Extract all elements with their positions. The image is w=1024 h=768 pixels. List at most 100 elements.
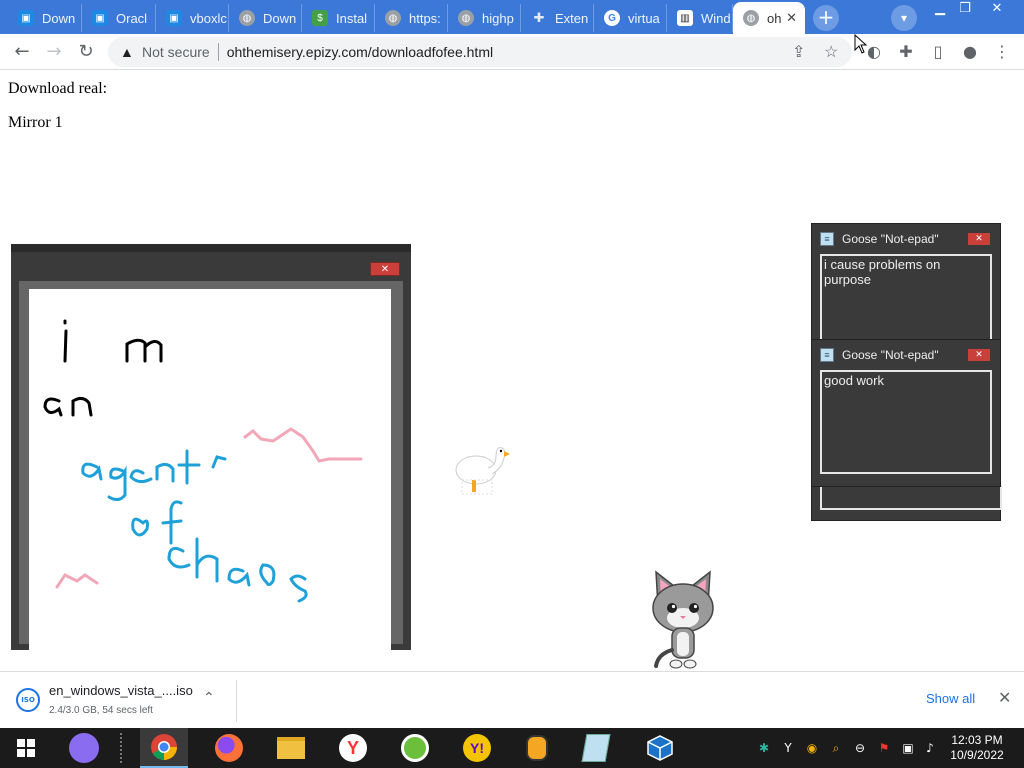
download-filename[interactable]: en_windows_vista_....iso (49, 683, 193, 698)
tab[interactable]: ◍ highp (448, 4, 521, 32)
taskbar-app-explorer[interactable] (275, 732, 307, 764)
tray-block-icon[interactable]: ⊖ (852, 740, 868, 756)
download-heading: Download real: (8, 80, 108, 97)
iso-file-icon[interactable]: ISO (16, 688, 40, 712)
notepad-text[interactable]: good work (820, 370, 992, 474)
tab-title: https: (409, 10, 441, 26)
tab[interactable]: ◍ Down (229, 4, 302, 32)
drawing-canvas (29, 289, 391, 651)
tab-title: highp (482, 10, 514, 26)
notepad-icon: ≡ (820, 348, 834, 362)
tab[interactable]: ◍ https: (375, 4, 448, 32)
menu-icon[interactable]: ⋮ (992, 42, 1012, 61)
reload-button[interactable]: ↻ (74, 40, 98, 64)
close-button[interactable]: ✕ (968, 349, 990, 361)
warning-icon[interactable]: ▲ (120, 44, 138, 60)
network-icon[interactable]: ▣ (900, 740, 916, 756)
taskbar-app-virtualbox[interactable] (644, 732, 676, 764)
firefox-icon (215, 734, 243, 762)
tab[interactable]: $ Instal (302, 4, 375, 32)
divider (217, 43, 219, 61)
close-tab-icon[interactable]: ✕ (786, 10, 797, 26)
clock-date: 10/9/2022 (950, 748, 1004, 762)
tray-flag-icon[interactable]: ⚑ (876, 740, 892, 756)
tab[interactable]: ▣ Down (8, 4, 82, 32)
chevron-up-icon[interactable]: ⌃ (203, 690, 215, 706)
cortana-button[interactable] (68, 732, 100, 764)
tray-yandex-icon[interactable]: Y (780, 740, 796, 756)
goose-icon (455, 447, 510, 495)
taskbar-app-ccleaner[interactable] (399, 732, 431, 764)
download-shelf: ISO en_windows_vista_....iso 2.4/3.0 GB,… (0, 671, 1024, 728)
side-panel-icon[interactable]: ▯ (928, 42, 948, 61)
minimize-button[interactable]: ▁ (927, 2, 953, 18)
extensions-icon[interactable]: ✚ (896, 42, 916, 61)
tab[interactable]: G virtua (594, 4, 667, 32)
drawing-svg (43, 319, 363, 603)
tray-app-icon[interactable]: ✱ (756, 740, 772, 756)
museum-icon: ▥ (677, 10, 693, 26)
close-button[interactable]: ✕ (968, 233, 990, 245)
taskbar: Y Y! ✱ Y ◉ ⌕ ⊖ ⚑ ▣ ♪ 12:03 PM 10/9/2022 (0, 728, 1024, 768)
security-label[interactable]: Not secure (142, 44, 210, 60)
goose-drawing-window: ✕ (11, 244, 411, 651)
puzzle-icon: ✚ (533, 10, 545, 25)
money-icon: $ (312, 10, 328, 26)
tab-strip: ▣ Down ▣ Oracl ▣ vboxlc ◍ Down $ Instal … (0, 0, 1024, 34)
window-icon: ▣ (18, 10, 34, 26)
clock-time: 12:03 PM (951, 733, 1003, 747)
close-window-button[interactable]: ✕ (984, 2, 1010, 18)
close-button[interactable]: ✕ (370, 262, 400, 276)
tab[interactable]: ✚ Exten (521, 4, 594, 32)
tab[interactable]: ▣ Oracl (82, 4, 156, 32)
tab-title: Exten (555, 10, 589, 26)
taskbar-app-yahoo[interactable]: Y! (461, 732, 493, 764)
notepad-text[interactable]: i cause problems on purpose (820, 254, 992, 344)
show-all-button[interactable]: Show all (926, 691, 975, 706)
windows-logo-icon (17, 739, 35, 757)
address-bar[interactable]: ▲ Not secure ohthemisery.epizy.com/downl… (108, 37, 852, 67)
tab-title: Wind (701, 10, 731, 26)
cat-sprite[interactable] (646, 566, 720, 672)
tab-title: vboxlc (190, 10, 227, 26)
tray-search-icon[interactable]: ⌕ (828, 740, 844, 756)
taskbar-app-yandex[interactable]: Y (337, 732, 369, 764)
close-shelf-icon[interactable]: ✕ (998, 688, 1011, 707)
tab[interactable]: ▣ vboxlc (156, 4, 229, 32)
cortana-icon (69, 733, 99, 763)
yahoo-messenger-icon: Y! (463, 734, 491, 762)
tab-search-button[interactable]: ▾ (891, 5, 917, 31)
start-button[interactable] (10, 732, 42, 764)
task-view-button[interactable] (114, 732, 132, 764)
mouse-cursor (854, 33, 868, 58)
volume-icon[interactable]: ♪ (922, 740, 938, 756)
tab[interactable]: ▥ Wind (667, 4, 733, 32)
back-button[interactable]: ← (10, 40, 34, 64)
taskbar-app-goose[interactable] (521, 732, 553, 764)
new-tab-button[interactable]: + (813, 5, 839, 31)
goose-sprite[interactable] (452, 440, 512, 496)
taskbar-app-chrome[interactable] (140, 728, 188, 768)
yandex-icon: Y (339, 734, 367, 762)
forward-button[interactable]: → (42, 40, 66, 64)
window-icon: ▣ (92, 10, 108, 26)
account-icon[interactable]: ● (960, 42, 980, 61)
divider (236, 680, 237, 722)
mirror-link[interactable]: Mirror 1 (8, 114, 63, 132)
taskbar-app-firefox[interactable] (213, 732, 245, 764)
url-text[interactable]: ohthemisery.epizy.com/downloadfofee.html (227, 44, 493, 60)
chrome-icon (151, 734, 178, 761)
share-icon[interactable]: ⇪ (792, 42, 805, 62)
download-status: 2.4/3.0 GB, 54 secs left (49, 705, 153, 716)
restore-button[interactable]: ❐ (952, 2, 978, 18)
folder-icon (277, 737, 305, 759)
taskbar-app-notepad[interactable] (580, 732, 612, 764)
tray-chrome-icon[interactable]: ◉ (804, 740, 820, 756)
tab-active[interactable]: ◍ oh ✕ (733, 2, 805, 34)
goose-notepad-window: ≡ Goose "Not-epad" ✕ good work (811, 339, 1001, 487)
browser-toolbar: ← → ↻ ▲ Not secure ohthemisery.epizy.com… (0, 34, 1024, 70)
system-clock[interactable]: 12:03 PM 10/9/2022 (944, 733, 1010, 763)
virtualbox-icon (647, 735, 673, 761)
notepad-title: Goose "Not-epad" (842, 232, 939, 246)
star-icon[interactable]: ☆ (824, 42, 838, 62)
